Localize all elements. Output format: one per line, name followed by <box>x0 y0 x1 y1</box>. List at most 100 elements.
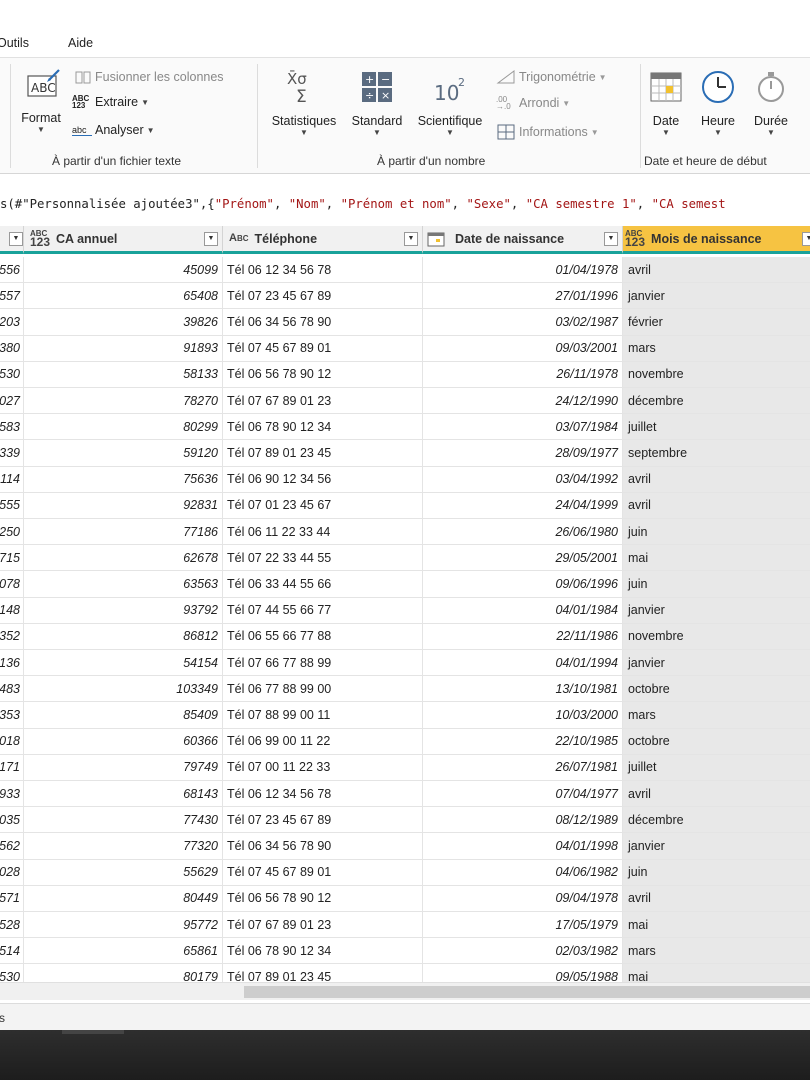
cell-mois-naissance[interactable]: novembre <box>623 623 810 649</box>
cell-ca-annuel[interactable]: 85409 <box>24 702 223 728</box>
standard-button[interactable]: + − ÷ × Standard ▼ <box>346 70 408 137</box>
cell-mois-naissance[interactable]: décembre <box>623 388 810 414</box>
cell-date-naissance[interactable]: 17/05/1979 <box>423 912 623 938</box>
table-row[interactable]: 114 75636 Tél 06 90 12 34 56 03/04/1992 avri… <box>0 466 810 493</box>
table-row[interactable]: 933 68143 Tél 06 12 34 56 78 07/04/1977 avri… <box>0 781 810 808</box>
cell-index[interactable]: 203 <box>0 309 24 335</box>
cell-ca-annuel[interactable]: 63563 <box>24 571 223 597</box>
rounding-button[interactable]: .00 →.0 Arrondi ▼ <box>496 96 570 111</box>
scrollbar-thumb[interactable] <box>244 986 810 998</box>
cell-date-naissance[interactable]: 09/04/1978 <box>423 885 623 911</box>
cell-date-naissance[interactable]: 07/04/1977 <box>423 781 623 807</box>
cell-date-naissance[interactable]: 03/04/1992 <box>423 466 623 492</box>
cell-index[interactable]: 530 <box>0 964 24 982</box>
cell-telephone[interactable]: Tél 07 67 89 01 23 <box>223 388 423 414</box>
cell-ca-annuel[interactable]: 91893 <box>24 335 223 361</box>
cell-index[interactable]: 136 <box>0 650 24 676</box>
table-row[interactable]: 530 58133 Tél 06 56 78 90 12 26/11/1978 nove… <box>0 361 810 388</box>
cell-mois-naissance[interactable]: avril <box>623 466 810 492</box>
cell-date-naissance[interactable]: 08/12/1989 <box>423 807 623 833</box>
menu-tools[interactable]: Outils <box>0 36 29 50</box>
cell-telephone[interactable]: Tél 07 00 11 22 33 <box>223 754 423 780</box>
cell-telephone[interactable]: Tél 06 34 56 78 90 <box>223 833 423 859</box>
date-button[interactable]: Date ▼ <box>645 70 687 137</box>
cell-mois-naissance[interactable]: mars <box>623 702 810 728</box>
column-header-telephone[interactable]: ABC Téléphone ▼ <box>223 226 423 254</box>
cell-date-naissance[interactable]: 09/06/1996 <box>423 571 623 597</box>
cell-ca-annuel[interactable]: 77430 <box>24 807 223 833</box>
cell-telephone[interactable]: Tél 06 34 56 78 90 <box>223 309 423 335</box>
type-text-icon[interactable]: ABC <box>229 233 249 244</box>
type-any-icon[interactable]: ABC 123 <box>625 230 645 249</box>
cell-index[interactable]: 114 <box>0 466 24 492</box>
cell-mois-naissance[interactable]: mai <box>623 912 810 938</box>
cell-index[interactable]: 562 <box>0 833 24 859</box>
cell-mois-naissance[interactable]: juillet <box>623 754 810 780</box>
cell-mois-naissance[interactable]: juin <box>623 859 810 885</box>
cell-telephone[interactable]: Tél 07 44 55 66 77 <box>223 597 423 623</box>
table-row[interactable]: 078 63563 Tél 06 33 44 55 66 09/06/1996 juin <box>0 571 810 598</box>
cell-index[interactable]: 339 <box>0 440 24 466</box>
cell-date-naissance[interactable]: 22/11/1986 <box>423 623 623 649</box>
cell-index[interactable]: 555 <box>0 492 24 518</box>
cell-telephone[interactable]: Tél 06 12 34 56 78 <box>223 257 423 283</box>
filter-dropdown-icon[interactable]: ▼ <box>9 231 23 246</box>
table-row[interactable]: 557 65408 Tél 07 23 45 67 89 27/01/1996 janv… <box>0 283 810 310</box>
cell-telephone[interactable]: Tél 06 78 90 12 34 <box>223 414 423 440</box>
column-header-partial[interactable]: ▼ <box>0 226 24 254</box>
cell-date-naissance[interactable]: 29/05/2001 <box>423 545 623 571</box>
cell-ca-annuel[interactable]: 39826 <box>24 309 223 335</box>
cell-date-naissance[interactable]: 01/04/1978 <box>423 257 623 283</box>
cell-index[interactable]: 528 <box>0 912 24 938</box>
table-row[interactable]: 530 80179 Tél 07 89 01 23 45 09/05/1988 mai <box>0 964 810 982</box>
scientific-button[interactable]: 10 2 Scientifique ▼ <box>410 70 490 137</box>
cell-index[interactable]: 148 <box>0 597 24 623</box>
cell-mois-naissance[interactable]: avril <box>623 885 810 911</box>
filter-dropdown-icon[interactable]: ▼ <box>404 231 418 246</box>
cell-date-naissance[interactable]: 02/03/1982 <box>423 938 623 964</box>
cell-mois-naissance[interactable]: février <box>623 309 810 335</box>
table-row[interactable]: 353 85409 Tél 07 88 99 00 11 10/03/2000 mars <box>0 702 810 729</box>
cell-ca-annuel[interactable]: 58133 <box>24 361 223 387</box>
cell-mois-naissance[interactable]: janvier <box>623 283 810 309</box>
cell-date-naissance[interactable]: 24/12/1990 <box>423 388 623 414</box>
cell-date-naissance[interactable]: 13/10/1981 <box>423 676 623 702</box>
cell-index[interactable]: 250 <box>0 519 24 545</box>
cell-ca-annuel[interactable]: 60366 <box>24 728 223 754</box>
cell-ca-annuel[interactable]: 80179 <box>24 964 223 982</box>
cell-ca-annuel[interactable]: 86812 <box>24 623 223 649</box>
cell-index[interactable]: 514 <box>0 938 24 964</box>
extract-button[interactable]: ABC 123 Extraire ▼ <box>72 95 149 110</box>
format-button[interactable]: ABC Format ▼ <box>16 68 66 134</box>
cell-date-naissance[interactable]: 27/01/1996 <box>423 283 623 309</box>
cell-telephone[interactable]: Tél 07 89 01 23 45 <box>223 440 423 466</box>
cell-mois-naissance[interactable]: décembre <box>623 807 810 833</box>
cell-index[interactable]: 557 <box>0 283 24 309</box>
cell-index[interactable]: 583 <box>0 414 24 440</box>
cell-date-naissance[interactable]: 03/07/1984 <box>423 414 623 440</box>
cell-ca-annuel[interactable]: 80299 <box>24 414 223 440</box>
cell-ca-annuel[interactable]: 92831 <box>24 492 223 518</box>
cell-mois-naissance[interactable]: octobre <box>623 676 810 702</box>
cell-telephone[interactable]: Tél 07 23 45 67 89 <box>223 807 423 833</box>
cell-date-naissance[interactable]: 03/02/1987 <box>423 309 623 335</box>
table-row[interactable]: 528 95772 Tél 07 67 89 01 23 17/05/1979 mai <box>0 912 810 939</box>
cell-telephone[interactable]: Tél 07 45 67 89 01 <box>223 859 423 885</box>
table-row[interactable]: 715 62678 Tél 07 22 33 44 55 29/05/2001 mai <box>0 545 810 572</box>
cell-ca-annuel[interactable]: 68143 <box>24 781 223 807</box>
filter-dropdown-icon[interactable]: ▼ <box>204 231 218 246</box>
cell-mois-naissance[interactable]: septembre <box>623 440 810 466</box>
type-any-icon[interactable]: ABC 123 <box>30 230 50 249</box>
trigonometry-button[interactable]: Trigonométrie ▼ <box>496 69 607 85</box>
cell-ca-annuel[interactable]: 95772 <box>24 912 223 938</box>
cell-telephone[interactable]: Tél 06 55 66 77 88 <box>223 623 423 649</box>
cell-telephone[interactable]: Tél 07 89 01 23 45 <box>223 964 423 982</box>
column-header-ca-annuel[interactable]: ABC 123 CA annuel ▼ <box>24 226 223 254</box>
table-row[interactable]: 339 59120 Tél 07 89 01 23 45 28/09/1977 sept… <box>0 440 810 467</box>
cell-ca-annuel[interactable]: 62678 <box>24 545 223 571</box>
cell-date-naissance[interactable]: 26/11/1978 <box>423 361 623 387</box>
cell-index[interactable]: 027 <box>0 388 24 414</box>
cell-mois-naissance[interactable]: juin <box>623 519 810 545</box>
cell-index[interactable]: 352 <box>0 623 24 649</box>
table-row[interactable]: 035 77430 Tél 07 23 45 67 89 08/12/1989 déce… <box>0 807 810 834</box>
